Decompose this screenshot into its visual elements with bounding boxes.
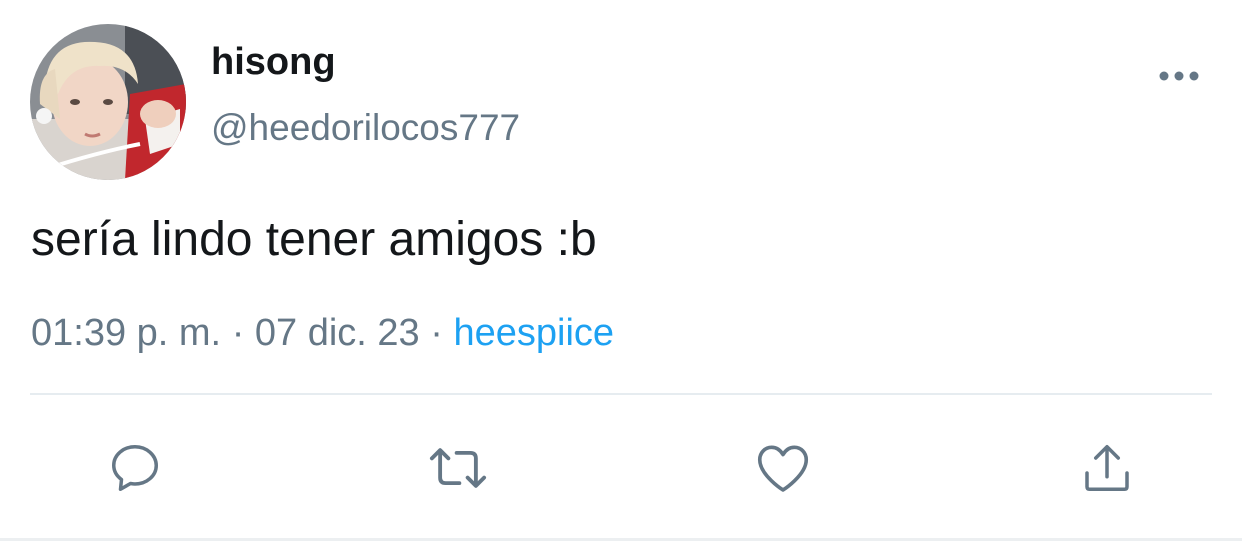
avatar[interactable] <box>30 24 186 180</box>
bottom-divider <box>0 538 1242 541</box>
like-button[interactable] <box>747 432 819 504</box>
share-icon <box>1085 445 1129 491</box>
tweet-time: 01:39 p. m. <box>31 312 222 354</box>
user-handle[interactable]: @heedorilocos777 <box>211 104 520 152</box>
display-name[interactable]: hisong <box>211 38 336 86</box>
meta-separator: · <box>430 312 443 354</box>
meta-separator: · <box>231 312 245 354</box>
retweet-button[interactable] <box>422 432 494 504</box>
tweet-source-link[interactable]: heespiice <box>453 312 614 354</box>
divider <box>30 393 1212 395</box>
tweet-text: sería lindo tener amigos :b <box>31 213 597 266</box>
reply-icon <box>112 445 158 491</box>
more-icon <box>1159 71 1199 81</box>
more-options-button[interactable] <box>1150 56 1208 96</box>
heart-icon <box>757 445 809 492</box>
share-button[interactable] <box>1071 432 1143 504</box>
tweet-meta: 01:39 p. m. · 07 dic. 23 · heespiice <box>31 308 614 358</box>
tweet-date: 07 dic. 23 <box>254 312 420 354</box>
reply-button[interactable] <box>99 432 171 504</box>
retweet-icon <box>429 448 487 488</box>
avatar-photo <box>30 24 186 180</box>
